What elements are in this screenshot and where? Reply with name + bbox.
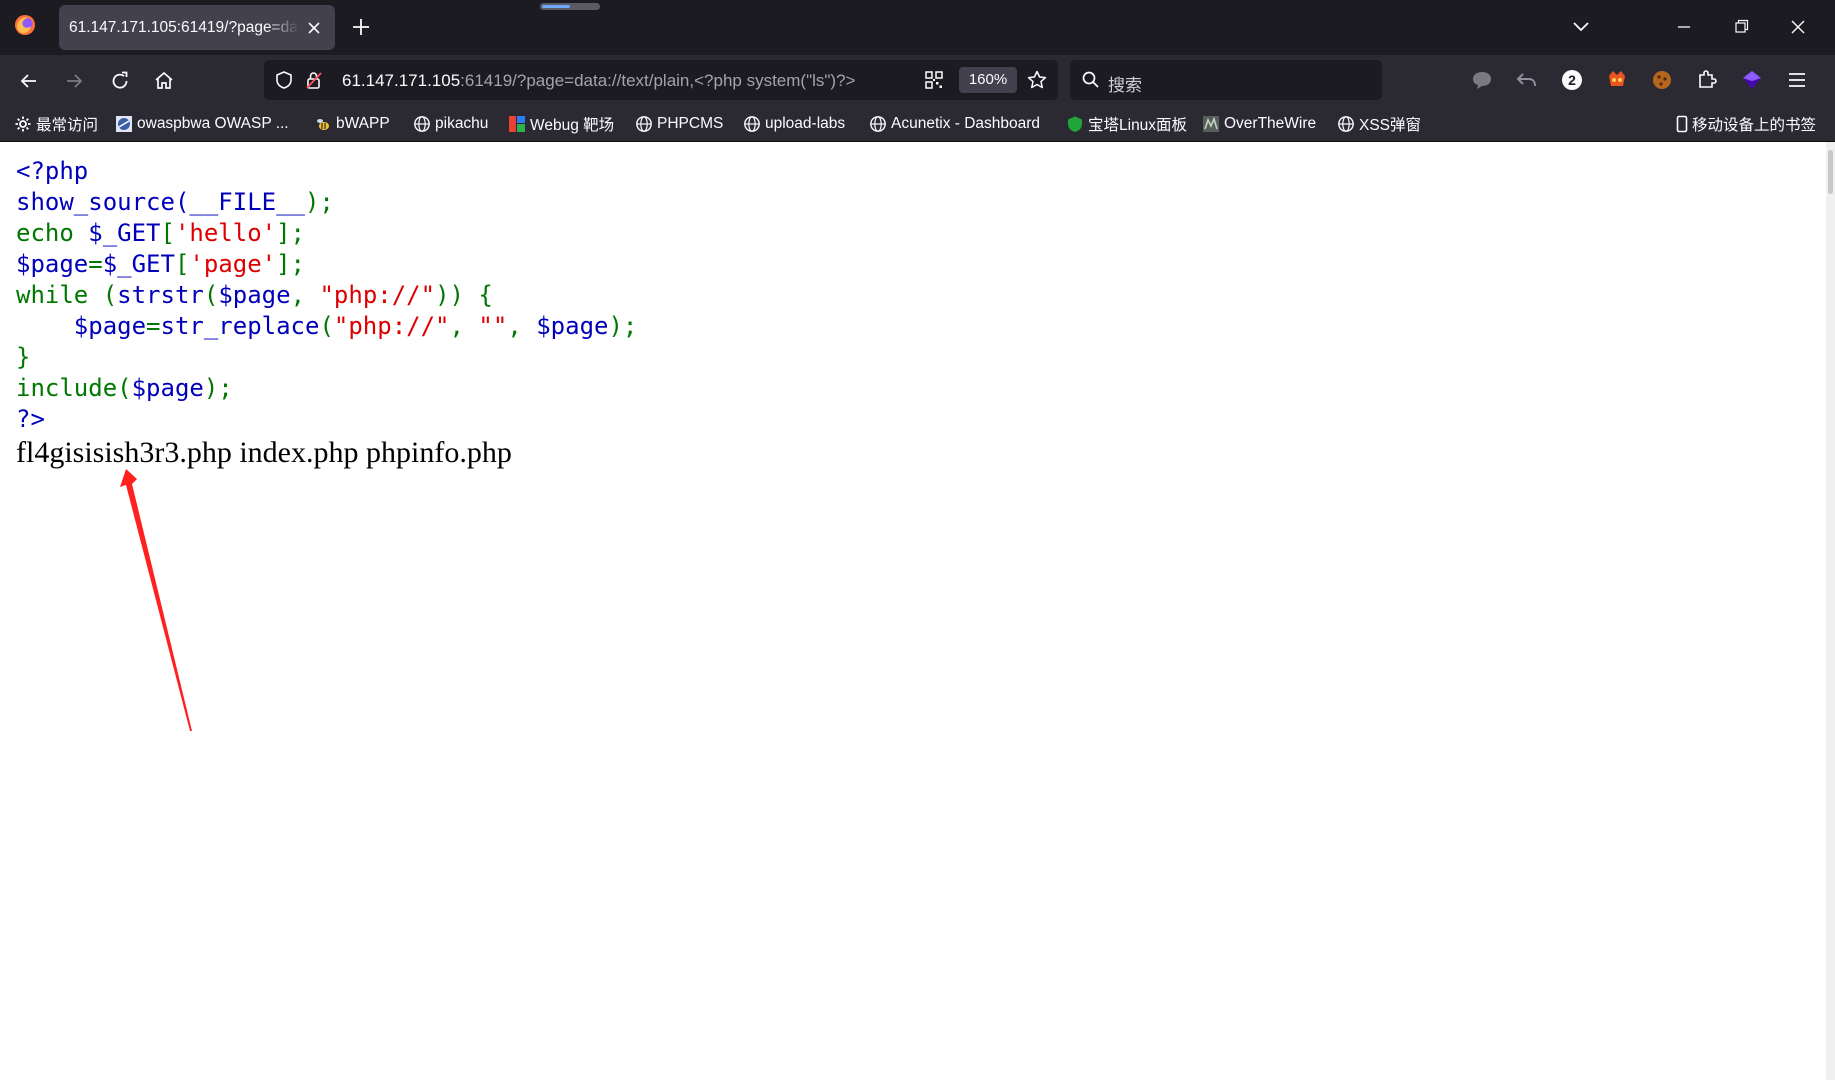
globe-icon bbox=[414, 116, 430, 132]
list-all-tabs-chevron-down-icon[interactable] bbox=[1566, 12, 1596, 42]
bookmark-upload-labs[interactable]: upload-labs bbox=[743, 113, 845, 135]
bookmark-label: owaspbwa OWASP ... bbox=[137, 115, 289, 132]
gear-icon bbox=[15, 116, 31, 132]
tab-loading-indicator bbox=[540, 3, 600, 10]
page-scrollbar[interactable] bbox=[1826, 142, 1835, 1080]
minimize-icon[interactable] bbox=[1669, 12, 1699, 42]
globe-icon bbox=[870, 116, 886, 132]
owasp-globe-icon bbox=[116, 116, 132, 132]
bookmark-baota-panel[interactable]: 宝塔Linux面板 bbox=[1066, 113, 1187, 135]
url-bar[interactable]: 61.147.171.105:61419/?page=data://text/p… bbox=[264, 60, 1058, 100]
bookmark-label: Acunetix - Dashboard bbox=[891, 115, 1041, 132]
back-arrow-icon[interactable] bbox=[16, 68, 42, 94]
overthewire-logo-icon bbox=[1203, 116, 1219, 132]
menu-hamburger-icon[interactable] bbox=[1784, 67, 1810, 93]
red-annotation-arrow-icon bbox=[120, 469, 192, 731]
chat-bubble-icon[interactable] bbox=[1469, 67, 1495, 93]
tab-active[interactable]: 61.147.171.105:61419/?page=data://text/p… bbox=[59, 5, 335, 50]
hackbar-extension-icon[interactable] bbox=[1604, 67, 1630, 93]
url-host: 61.147.171.105 bbox=[342, 71, 461, 90]
tracking-protection-shield-icon[interactable] bbox=[274, 70, 294, 90]
bookmark-pikachu[interactable]: pikachu bbox=[413, 113, 488, 135]
globe-icon bbox=[636, 116, 652, 132]
php-source-code: <?php show_source(__FILE__); echo $_GET[… bbox=[16, 157, 638, 433]
close-icon[interactable] bbox=[305, 19, 323, 37]
close-window-icon[interactable] bbox=[1783, 12, 1813, 42]
forward-arrow-icon[interactable] bbox=[61, 68, 87, 94]
bookmark-webug[interactable]: Webug 靶场 bbox=[508, 113, 614, 135]
restore-window-icon[interactable] bbox=[1727, 12, 1757, 42]
zoom-level-button[interactable]: 160% bbox=[959, 67, 1017, 93]
webug-logo-icon bbox=[509, 116, 525, 132]
navigation-toolbar: 61.147.171.105:61419/?page=data://text/p… bbox=[0, 55, 1835, 106]
ls-command-output: fl4gisisish3r3.php index.php phpinfo.php bbox=[16, 436, 512, 469]
bee-icon bbox=[317, 119, 329, 130]
home-icon[interactable] bbox=[151, 68, 177, 94]
bookmarks-toolbar: 最常访问 owaspbwa OWASP ... bWAPP pikachu We… bbox=[0, 106, 1835, 142]
page-content: <?php show_source(__FILE__); echo $_GET[… bbox=[0, 142, 1826, 1080]
notification-badge-icon[interactable]: 2 bbox=[1559, 67, 1585, 93]
scrollbar-thumb[interactable] bbox=[1828, 150, 1833, 194]
url-text[interactable]: 61.147.171.105:61419/?page=data://text/p… bbox=[342, 71, 902, 91]
bookmark-overthewire[interactable]: OverTheWire bbox=[1202, 113, 1316, 135]
bookmark-label: OverTheWire bbox=[1224, 115, 1317, 132]
bookmark-phpcms[interactable]: PHPCMS bbox=[635, 113, 723, 135]
mobile-device-icon bbox=[1676, 115, 1688, 133]
insecure-lock-icon[interactable] bbox=[304, 70, 324, 90]
qr-code-icon[interactable] bbox=[924, 70, 944, 90]
search-bar[interactable]: 搜索 bbox=[1070, 60, 1382, 100]
notification-count: 2 bbox=[1568, 72, 1576, 88]
url-path: :61419/?page=data://text/plain,<?php sys… bbox=[460, 71, 856, 90]
tab-strip: 61.147.171.105:61419/?page=data://text/p… bbox=[0, 0, 1835, 55]
bookmark-owaspbwa[interactable]: owaspbwa OWASP ... bbox=[115, 113, 289, 135]
bookmark-most-visited[interactable]: 最常访问 bbox=[14, 113, 98, 135]
new-tab-plus-icon[interactable] bbox=[350, 16, 372, 38]
search-icon bbox=[1082, 71, 1099, 88]
cookie-editor-extension-icon[interactable] bbox=[1649, 67, 1675, 93]
bookmark-label: XSS弹窗 bbox=[1359, 117, 1422, 134]
bookmark-label: upload-labs bbox=[765, 115, 846, 132]
extensions-puzzle-icon[interactable] bbox=[1694, 67, 1720, 93]
search-placeholder: 搜索 bbox=[1108, 76, 1142, 95]
globe-icon bbox=[744, 116, 760, 132]
bookmark-bwapp[interactable]: bWAPP bbox=[314, 113, 390, 135]
bookmark-label: 宝塔Linux面板 bbox=[1088, 117, 1188, 134]
bookmark-xss-popup[interactable]: XSS弹窗 bbox=[1337, 113, 1421, 135]
bookmark-acunetix[interactable]: Acunetix - Dashboard bbox=[869, 113, 1040, 135]
bookmark-star-icon[interactable] bbox=[1026, 69, 1048, 91]
bookmark-label: PHPCMS bbox=[657, 115, 724, 132]
reload-icon[interactable] bbox=[107, 68, 133, 94]
undo-arrow-icon[interactable] bbox=[1514, 67, 1540, 93]
globe-icon bbox=[1338, 116, 1354, 132]
bookmark-label: 移动设备上的书签 bbox=[1692, 117, 1817, 134]
baota-shield-icon bbox=[1068, 116, 1082, 132]
tab-title: 61.147.171.105:61419/?page=data://text/p… bbox=[69, 19, 299, 36]
bookmark-label: pikachu bbox=[435, 115, 489, 132]
bookmark-label: bWAPP bbox=[336, 115, 390, 132]
firefox-logo-icon[interactable] bbox=[14, 14, 36, 36]
bookmark-mobile-bookmarks[interactable]: 移动设备上的书签 bbox=[1673, 113, 1816, 135]
bookmark-label: Webug 靶场 bbox=[530, 117, 615, 134]
wappalyzer-extension-icon[interactable] bbox=[1739, 67, 1765, 93]
bookmark-label: 最常访问 bbox=[36, 117, 99, 134]
